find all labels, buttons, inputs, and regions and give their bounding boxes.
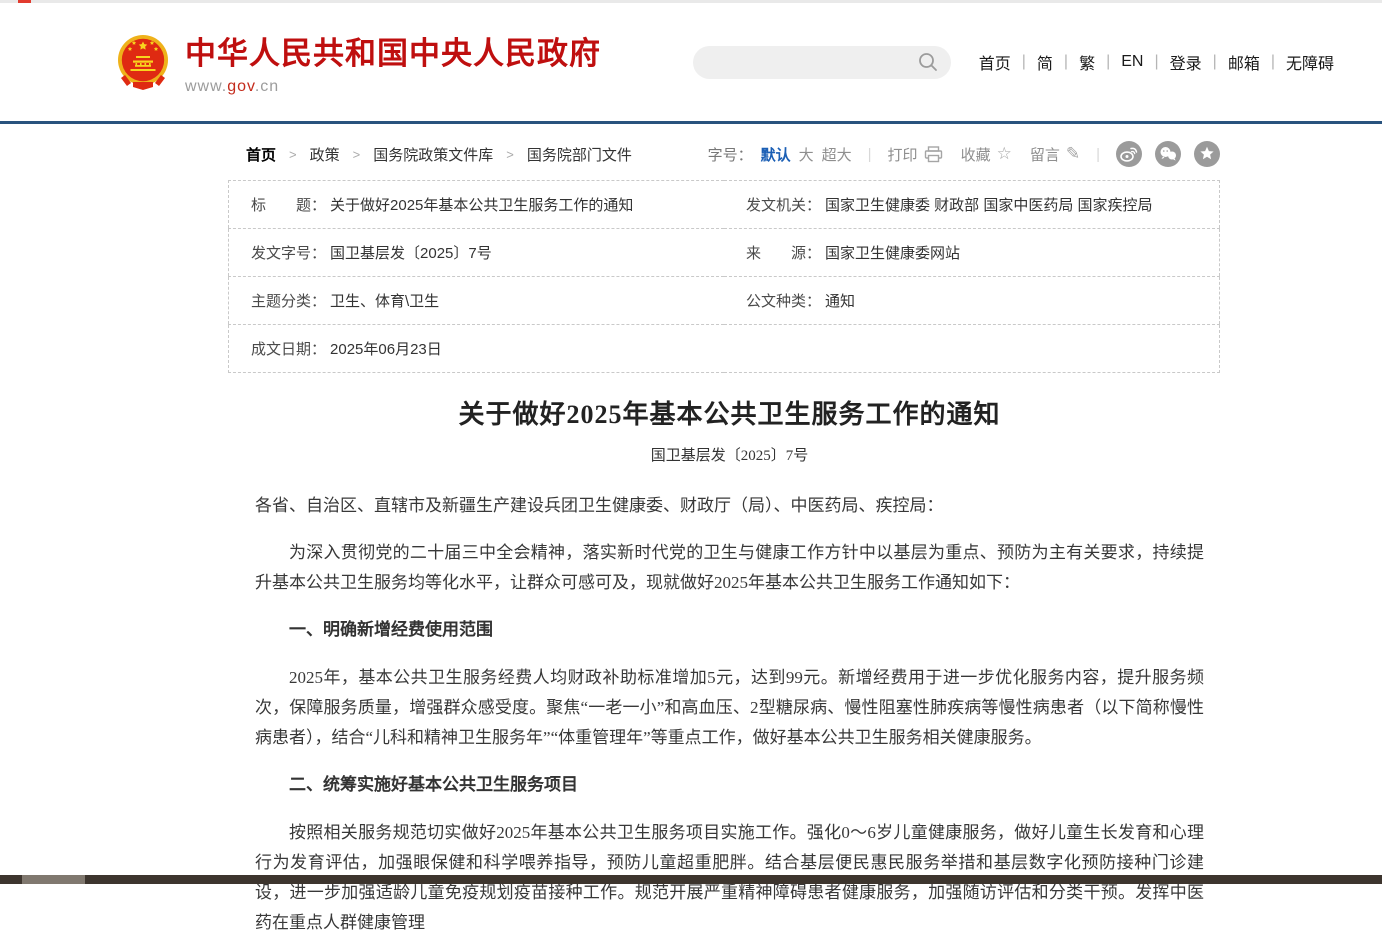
font-size-option-1[interactable]: 默认 (761, 147, 791, 164)
paragraph: 各省、自治区、直辖市及新疆生产建设兵团卫生健康委、财政厅（局）、中医药局、疾控局… (255, 491, 1204, 521)
meta-label: 来 源： (746, 245, 821, 262)
breadcrumb-item-3[interactable]: 国务院政策文件库 (373, 144, 493, 165)
font-size-option-2[interactable]: 大 (799, 147, 814, 164)
top-nav-link-5[interactable]: 登录 (1170, 50, 1202, 74)
top-nav-link-6[interactable]: 邮箱 (1228, 50, 1260, 74)
site-url: www.gov.cn (185, 78, 601, 96)
pencil-icon: ✎ (1066, 144, 1080, 164)
weibo-icon[interactable] (1116, 141, 1142, 167)
breadcrumb-separator: > (289, 147, 297, 162)
site-header: 中华人民共和国中央人民政府 www.gov.cn 首页 | 简 | 繁 | EN | 登录 | 邮箱… (0, 0, 1382, 121)
page-tools: 字号： 默认大超大 | 打印 收藏 ☆ 留言 ✎ | (708, 141, 1220, 167)
header-right: 首页 | 简 | 繁 | EN | 登录 | 邮箱 | 无障碍 (693, 46, 1334, 79)
document-body: 关于做好2025年基本公共卫生服务工作的通知 国卫基层发〔2025〕7号 各省、… (228, 394, 1220, 938)
meta-cell: 发文字号：国卫基层发〔2025〕7号 (229, 229, 725, 277)
top-progress-strip (0, 0, 1382, 3)
main-content: 首页 > 政策 > 国务院政策文件库 > 国务院部门文件 字号： 默认大超大 | 打印 收藏… (228, 140, 1220, 938)
search-icon[interactable] (917, 51, 939, 73)
meta-label: 主题分类： (251, 293, 326, 310)
meta-row: 主题分类：卫生、体育\卫生公文种类：通知 (229, 277, 1220, 325)
meta-value: 2025年06月23日 (330, 341, 442, 358)
top-nav-link-7[interactable]: 无障碍 (1286, 50, 1334, 74)
breadcrumb-separator: > (353, 147, 361, 162)
breadcrumb: 首页 > 政策 > 国务院政策文件库 > 国务院部门文件 (228, 144, 632, 165)
meta-label: 成文日期： (251, 341, 326, 358)
header-divider (0, 121, 1382, 124)
printer-icon (924, 146, 943, 163)
tools-separator: | (868, 146, 872, 163)
section-heading: 二、统筹实施好基本公共卫生服务项目 (255, 770, 1204, 800)
search-input[interactable] (709, 54, 917, 70)
breadcrumb-item-1[interactable]: 首页 (246, 144, 276, 165)
document-number: 国卫基层发〔2025〕7号 (255, 444, 1204, 465)
nav-separator: | (1213, 53, 1217, 71)
breadcrumb-separator: > (506, 147, 514, 162)
meta-cell: 标 题：关于做好2025年基本公共卫生服务工作的通知 (229, 181, 725, 229)
document-title: 关于做好2025年基本公共卫生服务工作的通知 (255, 394, 1204, 431)
meta-value: 卫生、体育\卫生 (330, 293, 439, 310)
site-brand[interactable]: 中华人民共和国中央人民政府 www.gov.cn (115, 28, 601, 96)
top-nav-link-1[interactable]: 首页 (979, 50, 1011, 74)
top-nav: 首页 | 简 | 繁 | EN | 登录 | 邮箱 | 无障碍 (979, 50, 1334, 74)
meta-cell: 来 源：国家卫生健康委网站 (724, 229, 1220, 277)
meta-row: 发文字号：国卫基层发〔2025〕7号来 源：国家卫生健康委网站 (229, 229, 1220, 277)
font-size-option-3[interactable]: 超大 (822, 147, 852, 164)
progress-tick (18, 0, 31, 3)
top-nav-link-4[interactable]: EN (1121, 53, 1143, 71)
font-size-options: 默认大超大 (753, 144, 852, 165)
section-heading: 一、明确新增经费使用范围 (255, 615, 1204, 645)
breadcrumb-toolbar-row: 首页 > 政策 > 国务院政策文件库 > 国务院部门文件 字号： 默认大超大 | 打印 收藏… (228, 140, 1220, 168)
comment-button[interactable]: 留言 ✎ (1030, 144, 1080, 165)
qzone-icon[interactable] (1194, 141, 1220, 167)
meta-cell: 发文机关：国家卫生健康委 财政部 国家中医药局 国家疾控局 (724, 181, 1220, 229)
nav-separator: | (1271, 53, 1275, 71)
meta-row: 标 题：关于做好2025年基本公共卫生服务工作的通知发文机关：国家卫生健康委 财… (229, 181, 1220, 229)
nav-separator: | (1154, 53, 1158, 71)
favorite-button[interactable]: 收藏 ☆ (961, 144, 1012, 165)
site-url-www: www. (185, 78, 227, 95)
font-size-label: 字号： (708, 144, 753, 165)
star-outline-icon: ☆ (997, 144, 1012, 164)
wechat-icon[interactable] (1155, 141, 1181, 167)
meta-value: 关于做好2025年基本公共卫生服务工作的通知 (330, 197, 633, 214)
breadcrumb-item-2[interactable]: 政策 (310, 144, 340, 165)
document-paragraphs: 各省、自治区、直辖市及新疆生产建设兵团卫生健康委、财政厅（局）、中医药局、疾控局… (255, 491, 1204, 938)
meta-label: 标 题： (251, 197, 326, 214)
meta-value: 国家卫生健康委 财政部 国家中医药局 国家疾控局 (825, 197, 1153, 214)
nav-separator: | (1022, 53, 1026, 71)
site-title: 中华人民共和国中央人民政府 (185, 28, 601, 73)
site-url-gov: gov (227, 78, 255, 95)
meta-cell: 成文日期：2025年06月23日 (229, 325, 1220, 373)
scrollbar-thumb[interactable] (22, 875, 85, 884)
meta-row: 成文日期：2025年06月23日 (229, 325, 1220, 373)
horizontal-scrollbar[interactable] (0, 875, 1382, 884)
nav-separator: | (1064, 53, 1068, 71)
national-emblem-logo (115, 33, 171, 91)
print-button[interactable]: 打印 (888, 144, 943, 165)
print-label: 打印 (888, 144, 918, 165)
brand-text: 中华人民共和国中央人民政府 www.gov.cn (185, 28, 601, 96)
share-icons (1116, 141, 1220, 167)
nav-separator: | (1106, 53, 1110, 71)
meta-cell: 主题分类：卫生、体育\卫生 (229, 277, 725, 325)
meta-label: 发文机关： (746, 197, 821, 214)
search-box[interactable] (693, 46, 951, 79)
meta-value: 国卫基层发〔2025〕7号 (330, 245, 492, 262)
document-meta-table: 标 题：关于做好2025年基本公共卫生服务工作的通知发文机关：国家卫生健康委 财… (228, 180, 1220, 373)
tools-separator: | (1096, 146, 1100, 163)
site-url-cn: .cn (255, 78, 279, 95)
favorite-label: 收藏 (961, 144, 991, 165)
top-nav-link-2[interactable]: 简 (1037, 50, 1053, 74)
meta-label: 公文种类： (746, 293, 821, 310)
paragraph: 为深入贯彻党的二十届三中全会精神，落实新时代党的卫生与健康工作方针中以基层为重点… (255, 538, 1204, 598)
meta-value: 通知 (825, 293, 855, 310)
meta-label: 发文字号： (251, 245, 326, 262)
top-nav-link-3[interactable]: 繁 (1079, 50, 1095, 74)
paragraph: 2025年，基本公共卫生服务经费人均财政补助标准增加5元，达到99元。新增经费用… (255, 663, 1204, 753)
meta-cell: 公文种类：通知 (724, 277, 1220, 325)
breadcrumb-item-4: 国务院部门文件 (527, 144, 632, 165)
comment-label: 留言 (1030, 144, 1060, 165)
meta-value: 国家卫生健康委网站 (825, 245, 960, 262)
